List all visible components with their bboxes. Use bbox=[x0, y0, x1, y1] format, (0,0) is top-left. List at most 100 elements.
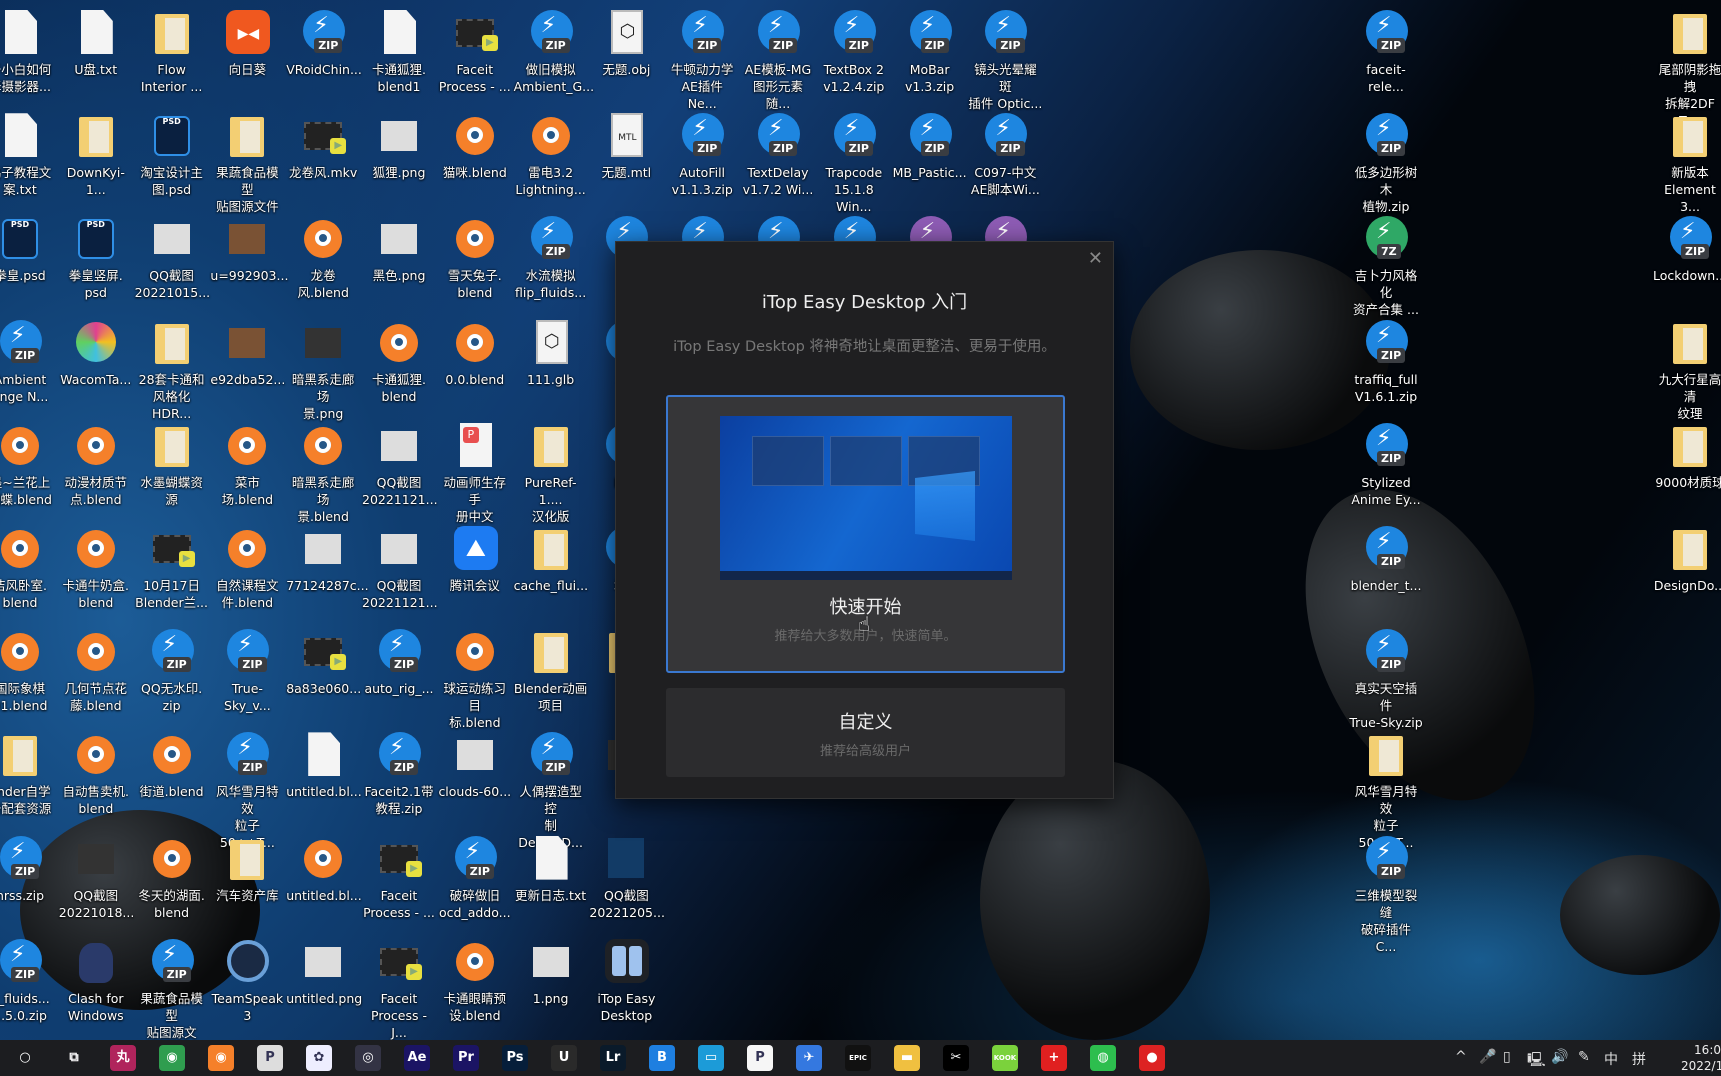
desktop-icon[interactable]: 自动售卖机. blend bbox=[59, 732, 133, 817]
desktop-icon[interactable]: ZIP 镜头光晕耀斑 插件 Optic... bbox=[968, 10, 1042, 112]
desktop-icon[interactable]: 111.glb bbox=[514, 319, 588, 388]
desktop-icon[interactable]: clouds-60... bbox=[438, 732, 512, 800]
desktop-icon[interactable]: 0.0.blend bbox=[438, 320, 512, 388]
custom-option[interactable]: 自定义 推荐给高级用户 bbox=[666, 688, 1065, 777]
epic-games-taskbar-icon[interactable]: EPIC bbox=[845, 1045, 871, 1071]
desktop-icon[interactable]: ZIP TextBox 2 v1.2.4.zip bbox=[817, 10, 891, 95]
after-effects-taskbar-icon[interactable]: Ae bbox=[404, 1045, 430, 1071]
desktop-icon[interactable]: Faceit Process - ... bbox=[438, 10, 512, 95]
desktop-icon[interactable]: 九大行星高清 纹理 bbox=[1653, 320, 1721, 422]
desktop-icon[interactable]: ZIP 低多边形树木 植物.zip bbox=[1349, 113, 1423, 215]
desktop-icon[interactable]: 动画师生存手 册中文版.pdf bbox=[438, 422, 512, 542]
app-pink-taskbar-icon[interactable]: 丸 bbox=[110, 1045, 136, 1071]
desktop-icon[interactable]: e92dba52... bbox=[210, 320, 285, 388]
desktop-icon[interactable]: 汽车资产库 bbox=[210, 836, 284, 904]
desktop-icon[interactable]: 鸭子教程文 案.txt bbox=[0, 113, 57, 198]
desktop-icon[interactable]: 无题.mtl bbox=[589, 113, 663, 181]
desktop-icon[interactable]: TeamSpeak 3 bbox=[210, 939, 284, 1024]
kook-taskbar-icon[interactable]: KOOK bbox=[992, 1045, 1018, 1071]
desktop-icon[interactable]: ZIP o_fluids... 1.5.0.zip bbox=[0, 938, 57, 1024]
pixelcut-taskbar-icon[interactable]: P bbox=[257, 1045, 283, 1071]
desktop-icon[interactable]: ZIP 三维模型裂缝 破碎插件 C... bbox=[1349, 835, 1423, 955]
b-app-taskbar-icon[interactable]: B bbox=[649, 1045, 675, 1071]
lightroom-taskbar-icon[interactable]: Lr bbox=[600, 1045, 626, 1071]
desktop-icon[interactable]: 菜市场.blend bbox=[210, 423, 284, 508]
desktop-icon[interactable]: 28套卡通和 风格化HDR... bbox=[135, 320, 209, 422]
desktop-icon[interactable]: ZIP True-Sky_v... bbox=[210, 629, 284, 714]
desktop-icon[interactable]: PureRef-1.... 汉化版 bbox=[514, 423, 588, 525]
desktop-icon[interactable]: ender自学 册配套资源 bbox=[0, 732, 57, 817]
desktop-icon[interactable]: ZIP Ambient unge N... bbox=[0, 319, 57, 405]
capcut-taskbar-icon[interactable]: ✂ bbox=[943, 1045, 969, 1071]
desktop-icon[interactable]: 冬天的湖面. blend bbox=[135, 836, 209, 921]
desktop-icon[interactable]: 新版本 Element 3... bbox=[1653, 113, 1721, 215]
desktop-icon[interactable]: QQ截图 20221018... bbox=[59, 836, 134, 921]
desktop-icon[interactable]: ZIP Stylized Anime Ey... bbox=[1349, 422, 1423, 508]
desktop-icon[interactable]: ZIP TextDelay v1.7.2 Wi... bbox=[741, 113, 815, 198]
desktop-icon[interactable]: Flow Interior ... bbox=[135, 10, 209, 95]
desktop-icon[interactable]: 77124287c... bbox=[286, 526, 369, 594]
desktop-icon[interactable]: 风华雪月特效 粒子50++T... bbox=[1349, 732, 1423, 851]
desktop-icon[interactable]: 雪天兔子. blend bbox=[438, 216, 512, 301]
desktop-icon[interactable]: 墨~兰花上 蝴蝶.blend bbox=[0, 423, 57, 508]
desktop-icon[interactable]: ZIP AutoFill v1.1.3.zip bbox=[665, 113, 739, 198]
desktop-icon[interactable]: 龙卷风.mkv bbox=[286, 113, 360, 181]
wechat-taskbar-icon[interactable]: ◍ bbox=[1090, 1045, 1116, 1071]
desktop-icon[interactable]: 黑色.png bbox=[362, 216, 436, 284]
desktop-icon[interactable]: 水墨蝴蝶资源 bbox=[135, 423, 209, 508]
desktop-icon[interactable]: Blender动画 项目 bbox=[514, 629, 588, 714]
desktop-icon[interactable]: 猫咪.blend bbox=[438, 113, 512, 181]
davinci-taskbar-icon[interactable]: ◎ bbox=[355, 1045, 381, 1071]
desktop-icon[interactable]: WacomTa... bbox=[59, 320, 133, 388]
desktop-icon[interactable]: 1.png bbox=[514, 939, 588, 1007]
desktop-icon[interactable]: 雷电3.2 Lightning... bbox=[514, 113, 588, 198]
desktop-icon[interactable]: ZIP Trapcode 15.1.8 Win... bbox=[817, 113, 891, 215]
desktop-icon[interactable]: U盘.txt bbox=[59, 10, 133, 78]
desktop-icon[interactable]: 于小白如何 择摄影器... bbox=[0, 10, 57, 95]
app-p-taskbar-icon[interactable]: P bbox=[747, 1045, 773, 1071]
desktop-icon[interactable]: ZIP AE模板-MG 图形元素随... bbox=[741, 10, 815, 112]
desktop-icon[interactable]: 更新日志.txt bbox=[514, 835, 588, 904]
desktop-icon[interactable]: 拳皇竖屏. psd bbox=[59, 216, 133, 301]
desktop-icon[interactable]: iTop Easy Desktop bbox=[589, 938, 663, 1024]
desktop-icon[interactable]: ZIP VRoidChin... bbox=[286, 10, 362, 78]
desktop-icon[interactable]: 卡通狐狸. blend bbox=[362, 320, 436, 405]
desktop-icon[interactable]: ZIP QQ无水印. zip bbox=[135, 629, 209, 714]
desktop-icon[interactable]: untitled.bl... bbox=[286, 836, 362, 904]
desktop-icon[interactable]: ZIP人偶摆造型控 制DesignD... bbox=[514, 732, 588, 851]
desktop-icon[interactable]: 龙卷风.blend bbox=[286, 216, 360, 301]
desktop-icon[interactable]: ZIP 牛顿动力学 AE插件 Ne... bbox=[665, 10, 739, 112]
app-tiles-taskbar-icon[interactable]: ✿ bbox=[306, 1045, 332, 1071]
desktop-icon[interactable]: ZIP风华雪月特效 粒子50++T... bbox=[210, 732, 284, 851]
desktop-icon[interactable]: Faceit Process - ... bbox=[362, 836, 436, 921]
clock[interactable]: 16:0 2022/12/ bbox=[1681, 1042, 1721, 1074]
desktop-icon[interactable]: DownKyi-1... bbox=[59, 113, 133, 198]
tray-icon[interactable]: 🖳 bbox=[1527, 1049, 1546, 1073]
desktop-icon[interactable]: 果蔬食品模型 贴图源文件 bbox=[210, 113, 284, 215]
desktop-icon[interactable]: 自然课程文 件.blend bbox=[210, 526, 284, 611]
desktop-icon[interactable]: 暗黑系走廊场 景.blend bbox=[286, 423, 360, 525]
chrome-taskbar-icon[interactable]: ◉ bbox=[159, 1045, 185, 1071]
desktop-icon[interactable]: untitled.png bbox=[286, 939, 362, 1007]
desktop-icon[interactable]: untitled.bl... bbox=[286, 732, 362, 800]
desktop-icon[interactable]: 8a83e060... bbox=[286, 629, 361, 697]
desktop-icon[interactable]: QQ截图 20221015... bbox=[135, 216, 210, 301]
desktop-icon[interactable]: Faceit Process - J... bbox=[362, 939, 436, 1041]
upic-taskbar-icon[interactable]: U bbox=[551, 1045, 577, 1071]
desktop-icon[interactable]: DesignDo... bbox=[1653, 526, 1721, 594]
close-icon[interactable]: ✕ bbox=[1088, 248, 1103, 269]
desktop-icon[interactable]: ZIP auto_rig_... bbox=[362, 629, 436, 697]
blender-taskbar-icon[interactable]: ◉ bbox=[208, 1045, 234, 1071]
search-taskbar-icon[interactable]: ○ bbox=[12, 1045, 38, 1071]
desktop-icon[interactable]: 尾部阴影拖拽 拆解2DF Tr... bbox=[1653, 10, 1721, 129]
desktop-icon[interactable]: ZIP nrss.zip bbox=[0, 835, 57, 904]
app-red-taskbar-icon[interactable]: + bbox=[1041, 1045, 1067, 1071]
desktop-icon[interactable]: 街道.blend bbox=[135, 732, 209, 800]
feishu-taskbar-icon[interactable]: ✈ bbox=[796, 1045, 822, 1071]
desktop-icon[interactable]: 卡通眼睛预 设.blend bbox=[438, 939, 512, 1024]
desktop-icon[interactable]: ZIP 做旧模拟 Ambient_G... bbox=[514, 10, 594, 95]
tray-icon[interactable]: 中 bbox=[1604, 1049, 1618, 1069]
desktop-icon[interactable]: QQ截图 20221121... bbox=[362, 423, 438, 508]
desktop-icon[interactable]: 球运动练习目 标.blend bbox=[438, 629, 512, 731]
desktop-icon[interactable]: ZIP traffiq_full V1.6.1.zip bbox=[1349, 319, 1423, 405]
